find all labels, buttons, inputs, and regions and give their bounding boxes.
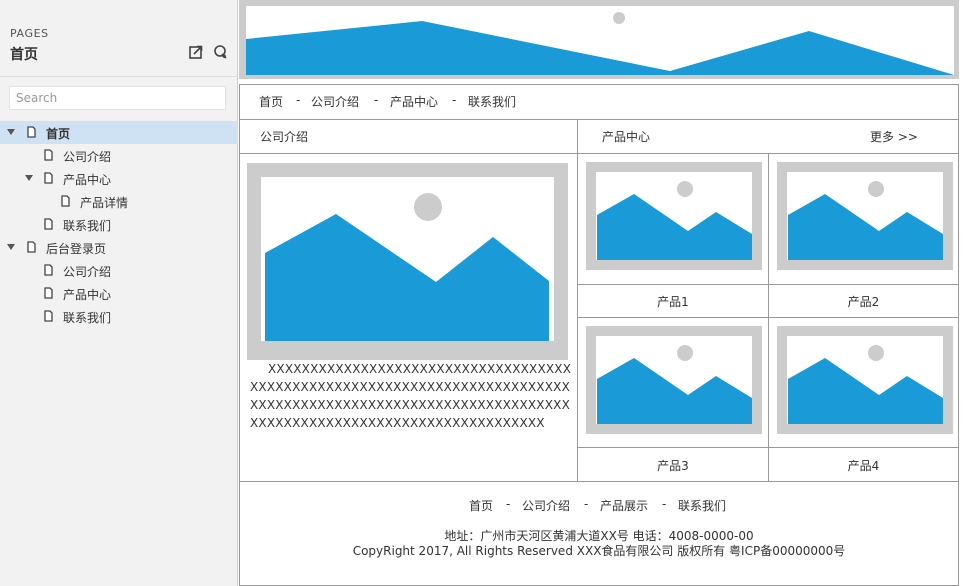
product-card-2-caption[interactable]: 产品2 bbox=[768, 284, 959, 318]
tree-item-label: 后台登录页 bbox=[46, 242, 107, 256]
intro-body: XXXXXXXXXXXXXXXXXXXXXXXXXXXXXXXXXXXXXXXX… bbox=[239, 153, 578, 482]
intro-header: 公司介绍 bbox=[239, 119, 578, 154]
expand-arrow-icon[interactable] bbox=[25, 175, 33, 181]
wireframe-canvas: 首页 - 公司介绍 - 产品中心 - 联系我们 公司介绍 XXXXXXXXXXX… bbox=[239, 0, 963, 586]
page-icon bbox=[44, 172, 53, 184]
tree-item-label: 产品中心 bbox=[63, 288, 112, 302]
nav-link-home[interactable]: 首页 bbox=[259, 93, 283, 110]
expand-arrow-icon[interactable] bbox=[7, 244, 15, 250]
product-card-1-caption[interactable]: 产品1 bbox=[577, 284, 769, 318]
divider bbox=[0, 76, 237, 77]
current-page-title: 首页 bbox=[10, 47, 38, 63]
nav-separator: - bbox=[374, 93, 379, 107]
product-card-3-caption[interactable]: 产品3 bbox=[577, 447, 769, 482]
nav-link-about[interactable]: 公司介绍 bbox=[311, 93, 359, 110]
intro-image-icon bbox=[265, 193, 549, 341]
tree-item-label: 联系我们 bbox=[63, 311, 112, 325]
tree-item-home[interactable]: 首页 bbox=[0, 121, 238, 144]
footer-separator: - bbox=[506, 497, 511, 511]
page-icon bbox=[44, 287, 53, 299]
product-card-1-image[interactable] bbox=[577, 153, 769, 285]
product-image-icon bbox=[788, 345, 943, 424]
product-card-2-image[interactable] bbox=[768, 153, 959, 285]
nav-bar: 首页 - 公司介绍 - 产品中心 - 联系我们 bbox=[239, 84, 959, 120]
tree-item-products[interactable]: 产品中心 bbox=[0, 167, 238, 190]
tree-item-label: 联系我们 bbox=[63, 219, 112, 233]
tree-item-admin-about[interactable]: 公司介绍 bbox=[0, 259, 238, 282]
nav-link-products[interactable]: 产品中心 bbox=[390, 93, 438, 110]
page-tree: 首页 公司介绍 产品中心 产品详情 联系我们 后台登录页 公司介绍 产品中心 联… bbox=[0, 121, 238, 328]
footer-link-home[interactable]: 首页 bbox=[469, 497, 493, 514]
product-image-icon bbox=[597, 181, 752, 260]
product-card-3-image[interactable] bbox=[577, 317, 769, 448]
nav-separator: - bbox=[452, 93, 457, 107]
export-icon[interactable] bbox=[188, 44, 204, 60]
product-name: 产品1 bbox=[657, 295, 689, 309]
pages-panel: PAGES 首页 首页 公司介绍 产品中 bbox=[0, 0, 238, 586]
tree-item-label: 公司介绍 bbox=[63, 265, 112, 279]
page-icon bbox=[44, 264, 53, 276]
add-page-icon[interactable] bbox=[213, 44, 229, 60]
tree-item-admin-login[interactable]: 后台登录页 bbox=[0, 236, 238, 259]
product-image-icon bbox=[597, 345, 752, 424]
tree-item-label: 首页 bbox=[46, 127, 71, 141]
product-name: 产品4 bbox=[847, 459, 880, 473]
intro-image bbox=[247, 163, 568, 360]
nav-separator: - bbox=[296, 93, 301, 107]
product-card-4-image[interactable] bbox=[768, 317, 959, 448]
products-header: 产品中心 更多 >> bbox=[577, 119, 959, 154]
intro-text: XXXXXXXXXXXXXXXXXXXXXXXXXXXXXXXXXXXXXXXX… bbox=[250, 362, 572, 430]
tree-item-contact[interactable]: 联系我们 bbox=[0, 213, 238, 236]
search-input[interactable] bbox=[9, 86, 226, 110]
tree-item-admin-contact[interactable]: 联系我们 bbox=[0, 305, 238, 328]
page-icon bbox=[27, 241, 36, 253]
nav-link-contact[interactable]: 联系我们 bbox=[468, 93, 516, 110]
tree-item-admin-products[interactable]: 产品中心 bbox=[0, 282, 238, 305]
product-card-4-caption[interactable]: 产品4 bbox=[768, 447, 959, 482]
footer-link-contact[interactable]: 联系我们 bbox=[678, 497, 726, 514]
banner-image bbox=[239, 0, 959, 79]
pages-caption: PAGES bbox=[10, 27, 49, 40]
page-icon bbox=[44, 149, 53, 161]
intro-title: 公司介绍 bbox=[260, 130, 309, 144]
product-image-icon bbox=[788, 181, 943, 260]
product-name: 产品2 bbox=[847, 295, 880, 309]
banner-image-icon bbox=[246, 12, 954, 75]
footer-copyright: CopyRight 2017, All Rights Reserved XXX食… bbox=[352, 544, 846, 558]
footer: 首页 - 公司介绍 - 产品展示 - 联系我们 地址：广州市天河区黄浦大道XX号… bbox=[239, 481, 959, 586]
products-title: 产品中心 bbox=[602, 130, 651, 144]
page-icon bbox=[44, 218, 53, 230]
footer-link-about[interactable]: 公司介绍 bbox=[522, 497, 570, 514]
footer-separator: - bbox=[584, 497, 589, 511]
tree-item-label: 产品中心 bbox=[63, 173, 112, 187]
footer-link-showcase[interactable]: 产品展示 bbox=[600, 497, 648, 514]
pages-toolbar bbox=[188, 44, 229, 60]
tree-item-label: 产品详情 bbox=[80, 196, 129, 210]
page-icon bbox=[27, 126, 36, 138]
more-link[interactable]: 更多 >> bbox=[870, 128, 918, 145]
tree-item-label: 公司介绍 bbox=[63, 150, 112, 164]
product-name: 产品3 bbox=[657, 459, 689, 473]
page-icon bbox=[44, 310, 53, 322]
tree-item-product-detail[interactable]: 产品详情 bbox=[0, 190, 238, 213]
expand-arrow-icon[interactable] bbox=[7, 129, 15, 135]
page-icon bbox=[61, 195, 70, 207]
footer-separator: - bbox=[662, 497, 667, 511]
tree-item-about[interactable]: 公司介绍 bbox=[0, 144, 238, 167]
